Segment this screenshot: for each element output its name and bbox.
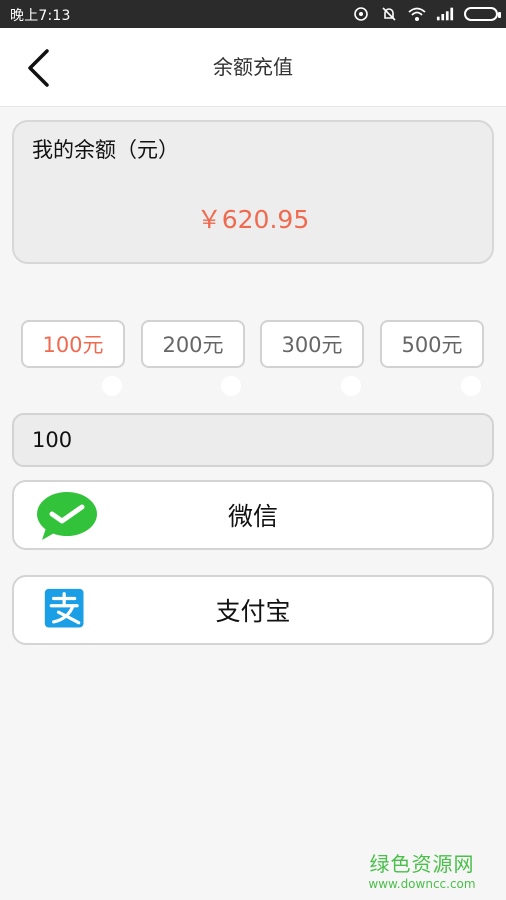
- wechat-pay-button[interactable]: 微信: [12, 480, 494, 550]
- watermark-url: www.downcc.com: [368, 877, 476, 891]
- amount-options: 100元 200元 300元 500元: [21, 320, 485, 400]
- battery-icon: [464, 7, 501, 21]
- page-title: 余额充值: [213, 55, 293, 79]
- option-500[interactable]: 500元: [380, 320, 484, 368]
- mute-icon: [380, 5, 398, 23]
- wifi-icon: [408, 5, 426, 23]
- option-dot: [221, 376, 241, 396]
- option-dot: [341, 376, 361, 396]
- status-time: 晚上7:13: [10, 8, 71, 24]
- balance-amount: ￥620.95: [196, 205, 310, 234]
- option-dot: [461, 376, 481, 396]
- wechat-pay-label: 微信: [227, 502, 278, 531]
- chevron-left-icon: [28, 49, 49, 87]
- balance-label: 我的余额（元）: [32, 138, 179, 162]
- watermark: 绿色资源网 www.downcc.com: [362, 848, 482, 891]
- status-icons: [352, 5, 501, 23]
- option-100[interactable]: 100元: [21, 320, 125, 368]
- amount-input[interactable]: [12, 413, 494, 467]
- status-bar: 晚上7:13: [0, 0, 506, 28]
- back-button[interactable]: [18, 46, 58, 90]
- app-header: 余额充值: [0, 28, 506, 107]
- location-icon: [352, 5, 370, 23]
- balance-card: 我的余额（元） ￥620.95: [12, 120, 494, 264]
- option-300[interactable]: 300元: [260, 320, 364, 368]
- alipay-label: 支付宝: [215, 597, 291, 626]
- watermark-title: 绿色资源网: [369, 852, 475, 876]
- alipay-button[interactable]: 支付宝: [12, 575, 494, 645]
- option-200[interactable]: 200元: [141, 320, 245, 368]
- signal-icon: [436, 5, 454, 23]
- option-dot: [102, 376, 122, 396]
